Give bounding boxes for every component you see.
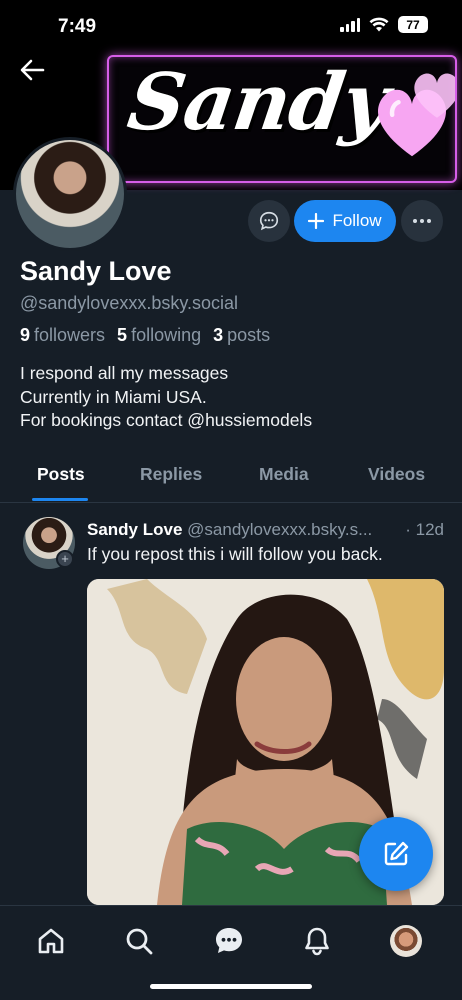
- tab-posts[interactable]: Posts: [37, 464, 85, 485]
- avatar: [390, 925, 422, 957]
- active-tab-indicator: [32, 498, 88, 501]
- profile-avatar[interactable]: [13, 137, 127, 251]
- display-name: Sandy Love: [20, 256, 172, 286]
- more-icon: [413, 219, 431, 223]
- banner-name-text: Sandy: [122, 57, 394, 148]
- following-label: following: [131, 325, 202, 345]
- heart-icon: [414, 73, 455, 118]
- post-timestamp: · 12d: [405, 520, 444, 539]
- profile-bio: I respond all my messages Currently in M…: [20, 362, 312, 433]
- followers-link[interactable]: 9 followers: [20, 325, 105, 346]
- posts-stat: 3 posts: [213, 325, 270, 346]
- nav-search[interactable]: [122, 924, 156, 958]
- nav-notifications[interactable]: [300, 924, 334, 958]
- profile-handle: @sandylovexxx.bsky.social: [20, 293, 239, 313]
- plus-icon[interactable]: +: [56, 550, 74, 568]
- post-text: If you repost this i will follow you bac…: [87, 544, 383, 564]
- profile-tabs: Posts Replies Media Videos: [0, 455, 462, 503]
- posts-label: posts: [227, 325, 271, 345]
- nav-profile[interactable]: [389, 924, 423, 958]
- compose-icon: [384, 841, 409, 866]
- tab-videos[interactable]: Videos: [368, 464, 425, 485]
- wifi-icon: [369, 17, 389, 32]
- post-header: Sandy Love @sandylovexxx.bsky.s... · 12d: [87, 520, 444, 540]
- followers-label: followers: [34, 325, 106, 345]
- status-time: 7:49: [58, 16, 97, 37]
- bell-icon: [305, 927, 329, 956]
- plus-icon: [308, 213, 325, 229]
- banner-artwork: Sandy: [107, 55, 457, 183]
- tab-media[interactable]: Media: [259, 464, 309, 485]
- home-icon: [38, 928, 64, 954]
- signal-icon: [340, 17, 360, 32]
- back-arrow-icon[interactable]: [18, 56, 46, 84]
- profile-stats: 9 followers 5 following 3 posts: [20, 325, 270, 346]
- home-indicator: [150, 984, 312, 989]
- compose-button[interactable]: [359, 817, 433, 891]
- post-author-name[interactable]: Sandy Love: [87, 520, 182, 539]
- following-link[interactable]: 5 following: [117, 325, 201, 346]
- messages-icon: [216, 928, 242, 953]
- bio-line: Currently in Miami USA.: [20, 386, 207, 407]
- more-options-button[interactable]: [401, 200, 443, 242]
- follow-button[interactable]: Follow: [294, 200, 396, 242]
- post-author-handle[interactable]: @sandylovexxx.bsky.s...: [187, 520, 372, 539]
- chat-icon: [259, 211, 279, 231]
- followers-count: 9: [20, 325, 31, 345]
- message-button[interactable]: [248, 200, 290, 242]
- search-icon: [126, 928, 153, 955]
- follow-label: Follow: [332, 211, 382, 230]
- bio-line[interactable]: For bookings contact @hussiemodels: [20, 409, 312, 433]
- posts-count: 3: [213, 325, 224, 345]
- status-icons: 77: [340, 16, 428, 33]
- battery-indicator: 77: [398, 16, 428, 33]
- nav-messages[interactable]: [212, 924, 246, 958]
- nav-home[interactable]: [34, 924, 68, 958]
- tab-replies[interactable]: Replies: [140, 464, 202, 485]
- bio-line: I respond all my messages: [20, 363, 229, 383]
- following-count: 5: [117, 325, 128, 345]
